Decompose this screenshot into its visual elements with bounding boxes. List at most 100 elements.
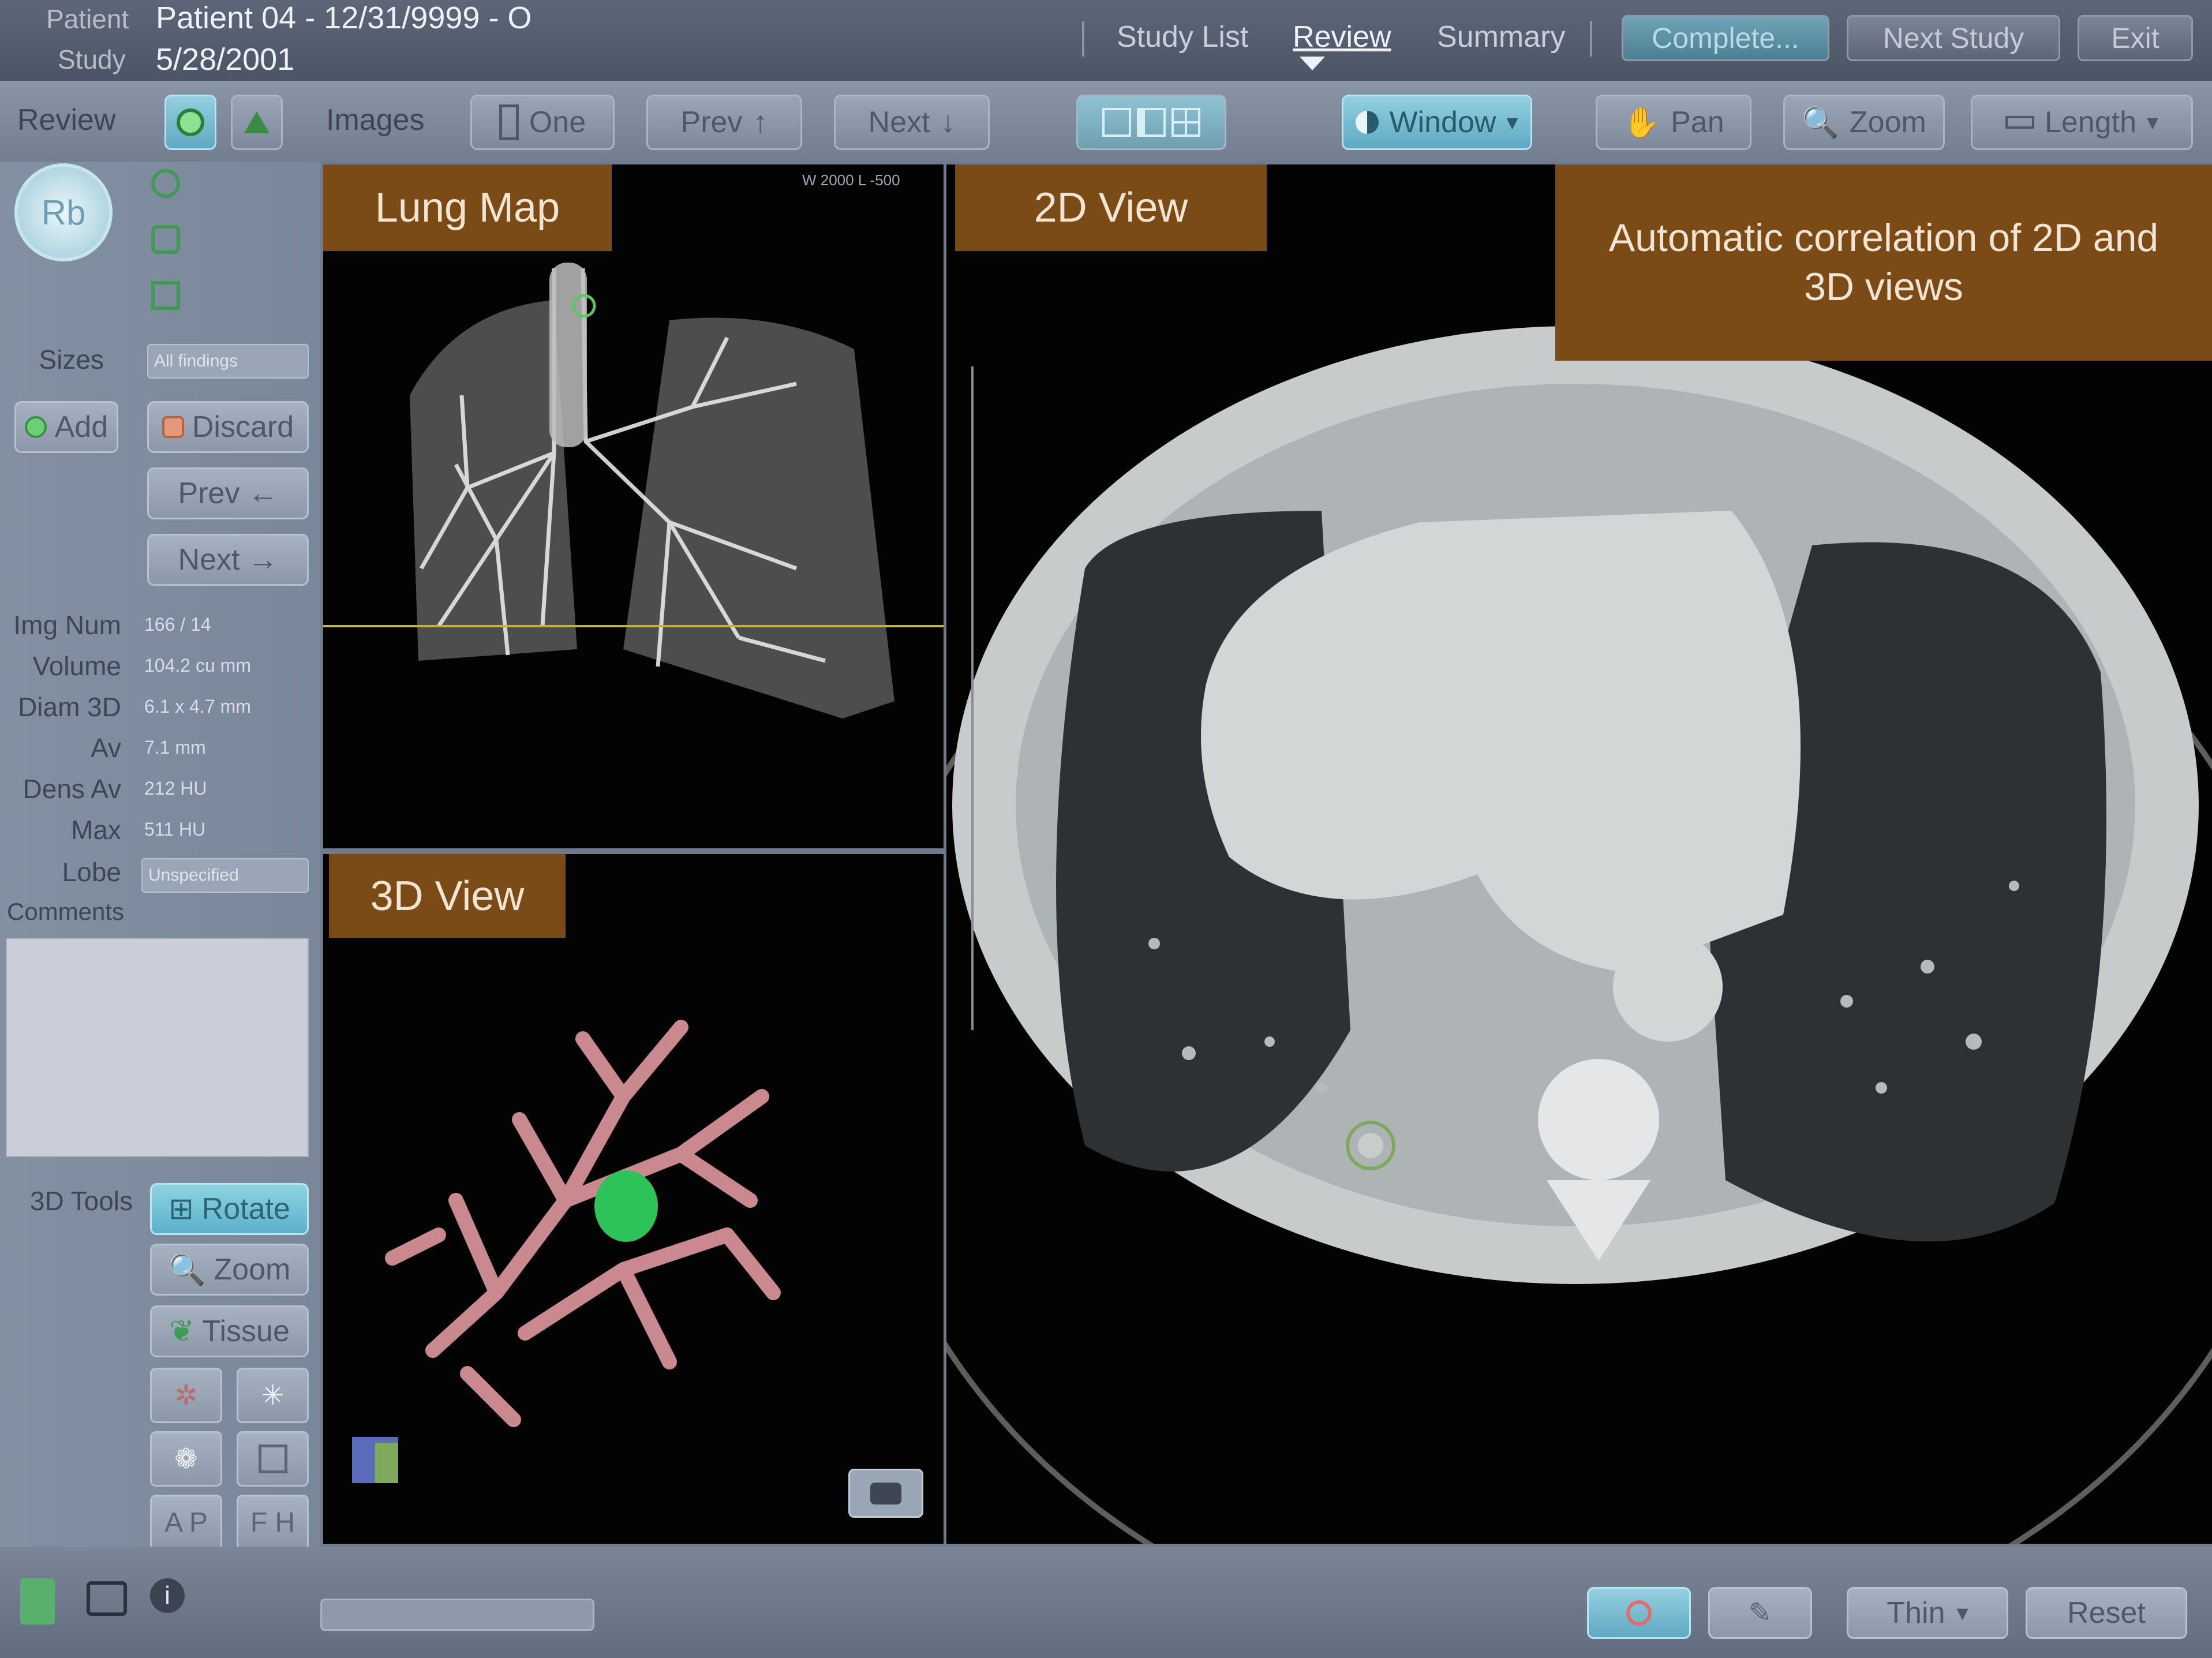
chevron-down-icon[interactable]: ▾ <box>1506 109 1518 136</box>
nav-review[interactable]: Review <box>1293 20 1391 54</box>
comments-textarea[interactable] <box>6 938 309 1157</box>
next-study-button[interactable]: Next Study <box>1847 15 2060 61</box>
3d-tools-label: 3D Tools <box>29 1186 133 1216</box>
discard-icon <box>162 416 184 438</box>
zoom-tool-label: Zoom <box>1849 106 1926 139</box>
measure-label: Img Num <box>13 610 121 640</box>
lung-map-label: Lung Map <box>323 164 612 251</box>
prev-finding-button[interactable]: Prev ← <box>147 467 309 519</box>
reset-label: Reset <box>2067 1596 2146 1630</box>
lungs-preset-button[interactable]: ❁ <box>150 1431 222 1487</box>
rotate-tool-button[interactable]: ⊞ Rotate <box>150 1183 309 1235</box>
trachea <box>549 263 587 447</box>
spine <box>1538 1059 1659 1180</box>
length-tool-label: Length <box>2044 106 2136 139</box>
lung-map-viewport[interactable]: Lung Map W 2000 L -500 <box>323 164 944 848</box>
add-circle-icon <box>24 416 47 438</box>
finding-circle-icon[interactable] <box>151 169 180 198</box>
layout-button-group <box>1076 95 1226 150</box>
one-image-button[interactable]: One <box>470 95 615 150</box>
ct-axial-slice <box>946 326 2212 1544</box>
patient-label: Patient <box>46 4 129 34</box>
pan-tool-label: Pan <box>1671 106 1724 139</box>
window-tool-button[interactable]: Window ▾ <box>1342 95 1532 150</box>
edit-button[interactable]: ✎ <box>1708 1587 1812 1639</box>
reviewer-avatar[interactable]: Rb <box>14 163 113 261</box>
next-finding-button[interactable]: Next → <box>147 534 309 586</box>
reset-view-preset-button[interactable] <box>237 1431 309 1487</box>
lungs-icon: ❁ <box>174 1444 198 1474</box>
reset-button[interactable]: Reset <box>2026 1587 2187 1639</box>
add-finding-button[interactable]: Add <box>14 401 118 453</box>
window-tool-label: Window <box>1389 106 1496 139</box>
fh-orient-button[interactable]: F H <box>237 1495 309 1550</box>
layout-split-icon[interactable] <box>1137 108 1166 137</box>
prev-image-button[interactable]: Prev ↑ <box>646 95 802 150</box>
thin-slab-label: Thin <box>1887 1596 1945 1630</box>
measure-label: Av <box>91 733 121 763</box>
patient-value: Patient 04 - 12/31/9999 - O <box>156 1 532 35</box>
single-frame-icon <box>499 104 519 140</box>
length-tool-button[interactable]: Length ▾ <box>1971 95 2193 150</box>
review-finding-button[interactable] <box>231 95 283 150</box>
hand-icon: ✋ <box>1623 106 1661 140</box>
layout-grid-icon[interactable] <box>1172 108 1200 137</box>
thin-slab-button[interactable]: Thin ▾ <box>1847 1587 2008 1639</box>
review-nodule-button[interactable] <box>164 95 216 150</box>
bone-window-icon[interactable] <box>87 1581 127 1616</box>
one-image-label: One <box>529 106 586 139</box>
header-bar: Patient Patient 04 - 12/31/9999 - O Stud… <box>0 0 2212 81</box>
leaf-icon: ❦ <box>169 1315 194 1348</box>
cube-icon <box>258 1444 287 1473</box>
vessel-tree <box>385 1020 781 1427</box>
tissue-tool-label: Tissue <box>202 1315 290 1348</box>
lung-map-image <box>323 263 944 718</box>
ap-orient-button[interactable]: A P <box>150 1495 222 1550</box>
nodule-3d <box>594 1170 658 1242</box>
sizes-select[interactable]: All findings <box>147 344 309 379</box>
exit-button[interactable]: Exit <box>2078 15 2193 61</box>
3d-zoom-tool-label: Zoom <box>214 1253 291 1286</box>
3d-vessel-render <box>352 1020 781 1483</box>
chevron-down-icon[interactable]: ▾ <box>1957 1600 1968 1626</box>
3d-viewport[interactable]: 3D View <box>323 854 944 1544</box>
complete-button[interactable]: Complete... <box>1622 15 1829 61</box>
snapshot-camera-button[interactable] <box>848 1469 923 1518</box>
vessel-tree-icon: ✲ <box>174 1380 198 1411</box>
lung-window-icon[interactable] <box>20 1578 55 1625</box>
cine-view-button[interactable] <box>1587 1587 1691 1639</box>
2d-viewport[interactable]: 2D View Automatic correlation of 2D and … <box>946 164 2212 1544</box>
prev-finding-label: Prev <box>178 477 240 510</box>
layout-single-icon[interactable] <box>1102 108 1131 137</box>
lobe-select-value: Unspecified <box>148 866 239 885</box>
comments-label: Comments <box>7 898 125 925</box>
chevron-down-icon[interactable]: ▾ <box>2147 109 2158 136</box>
correlation-callout: Automatic correlation of 2D and 3D views <box>1555 164 2212 361</box>
ruler-icon <box>2005 116 2034 129</box>
images-label: Images <box>326 103 425 137</box>
pan-tool-button[interactable]: ✋ Pan <box>1596 95 1751 150</box>
3d-zoom-tool-button[interactable]: 🔍 Zoom <box>150 1244 309 1296</box>
info-icon[interactable]: i <box>150 1578 185 1613</box>
arrow-left-icon: ← <box>248 477 278 510</box>
rotate-tool-label: Rotate <box>201 1192 290 1226</box>
2d-view-label: 2D View <box>955 164 1267 251</box>
magnifier-icon: 🔍 <box>168 1253 206 1287</box>
next-image-button[interactable]: Next ↓ <box>834 95 990 150</box>
tissue-tool-button[interactable]: ❦ Tissue <box>150 1305 309 1357</box>
lung-map-window-info: W 2000 L -500 <box>802 171 900 189</box>
vessel-preset-button[interactable]: ✲ <box>150 1368 222 1423</box>
discard-finding-button[interactable]: Discard <box>147 401 309 453</box>
zoom-tool-button[interactable]: 🔍 Zoom <box>1783 95 1945 150</box>
nav-study-list[interactable]: Study List <box>1117 20 1248 54</box>
lobe-select[interactable]: Unspecified <box>141 858 309 893</box>
measure-label: Dens Av <box>23 774 121 804</box>
finding-box-icon[interactable] <box>151 281 180 310</box>
nav-summary[interactable]: Summary <box>1437 20 1565 54</box>
measure-label: Max <box>71 815 121 845</box>
measure-value: 7.1 mm <box>144 737 206 758</box>
orientation-cube-icon <box>352 1437 398 1483</box>
circle-icon <box>177 108 204 136</box>
finding-square-icon[interactable] <box>151 225 180 254</box>
bronchi-preset-button[interactable]: ✳ <box>237 1368 309 1423</box>
